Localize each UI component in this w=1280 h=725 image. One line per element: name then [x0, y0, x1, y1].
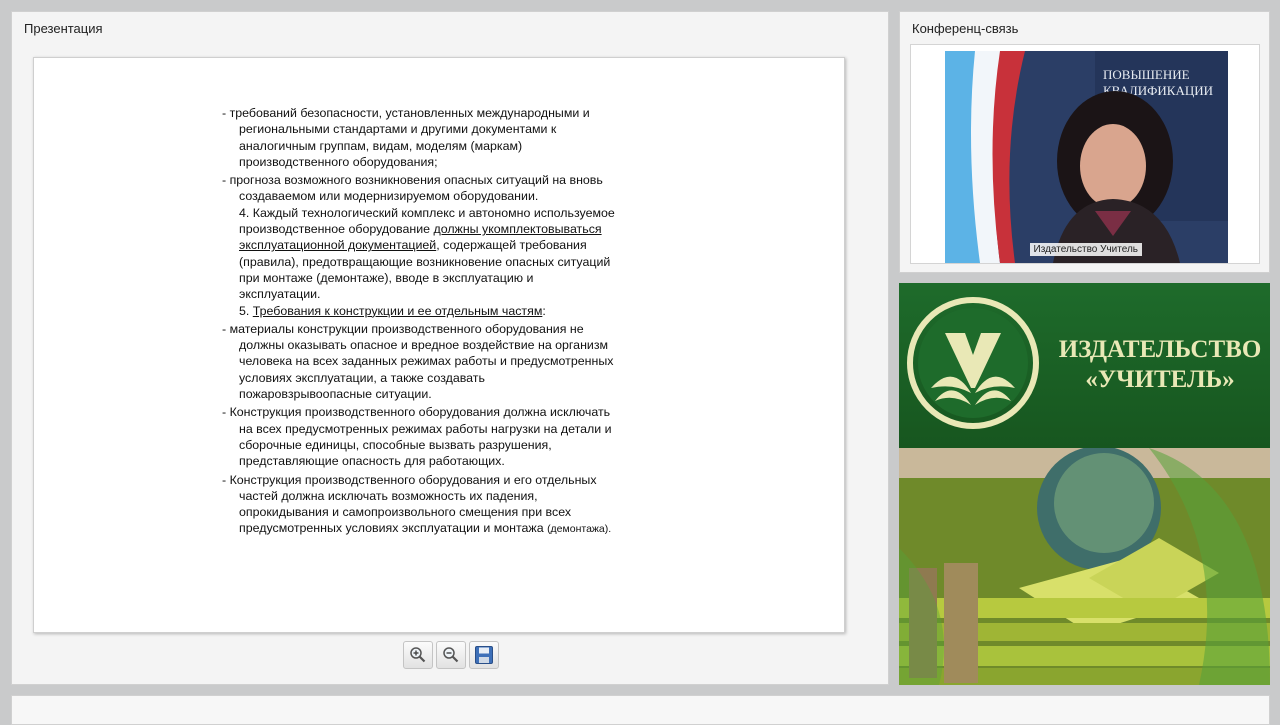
- conference-panel: Конференц-связь ПОВЫШЕНИЕ КВАЛИФИКАЦИИ И…: [899, 11, 1270, 273]
- publisher-emblem-icon: [907, 297, 1039, 429]
- zoom-out-button[interactable]: [436, 641, 466, 669]
- video-label: Издательство Учитель: [1029, 243, 1142, 256]
- slide-paragraph: - Конструкция производственного оборудов…: [213, 404, 663, 469]
- presentation-title: Презентация: [24, 21, 103, 36]
- slide-line: региональными стандартами и другими доку…: [239, 122, 557, 137]
- slide-line: производственного оборудования;: [239, 154, 438, 169]
- slide-line: 5.: [239, 303, 253, 318]
- slide-line: частей должна исключать возможность их п…: [239, 488, 538, 503]
- slide-line: - материалы конструкции производственног…: [222, 321, 584, 336]
- slide-line: пожаровзрывоопасные ситуации.: [239, 387, 432, 402]
- slide-line: аналогичным группам, видам, моделям (мар…: [239, 138, 523, 153]
- slide-line: должны оказывать опасное и вредное возде…: [239, 338, 609, 353]
- save-button[interactable]: [469, 641, 499, 669]
- slide-line: предусмотренных условиях эксплуатации и …: [239, 521, 548, 536]
- presentation-panel: Презентация - требований безопасности, у…: [11, 11, 889, 685]
- slide-paragraph-item5: 5. Требования к конструкции и ее отдельн…: [213, 303, 663, 319]
- slide-underlined-text: должны укомплектовываться: [433, 222, 602, 237]
- slide-line: (правила), предотвращающие возникновение…: [239, 254, 611, 269]
- presentation-toolbar: [403, 641, 499, 669]
- publisher-name-line2: «УЧИТЕЛЬ»: [1085, 366, 1235, 393]
- slide-line: 4. Каждый технологический комплекс и авт…: [239, 205, 615, 220]
- slide-line: эксплуатации.: [239, 287, 321, 302]
- conference-title: Конференц-связь: [912, 21, 1019, 36]
- slide-line: - требований безопасности, установленных…: [222, 106, 590, 120]
- save-icon: [475, 646, 493, 664]
- slide-line: - Конструкция производственного оборудов…: [222, 405, 611, 420]
- slide-line: , содержащей требования: [436, 238, 587, 253]
- speaker-video-image: ПОВЫШЕНИЕ КВАЛИФИКАЦИИ: [945, 51, 1228, 263]
- books-globe-image: [899, 448, 1270, 685]
- slide-line: опрокидывания и самопроизвольного смещен…: [239, 505, 572, 520]
- slide-line: - прогноза возможного возникновения опас…: [222, 173, 603, 188]
- zoom-in-icon: [410, 647, 426, 663]
- video-feed: ПОВЫШЕНИЕ КВАЛИФИКАЦИИ Издательство Учит…: [945, 51, 1228, 263]
- slide-line: - Конструкция производственного оборудов…: [222, 472, 597, 487]
- slide-paragraph-item4: 4. Каждый технологический комплекс и авт…: [213, 205, 663, 303]
- slide-paragraph: - Конструкция производственного оборудов…: [213, 472, 663, 538]
- slide-line: человека на всех заданных режимах работы…: [239, 354, 614, 369]
- bottom-panel: [11, 695, 1270, 725]
- presentation-slide: - требований безопасности, установленных…: [33, 57, 845, 633]
- slide-line: создаваемом или модернизируемом оборудов…: [239, 189, 539, 204]
- publisher-banner: ИЗДАТЕЛЬСТВО «УЧИТЕЛЬ»: [899, 283, 1270, 685]
- slide-line: :: [542, 303, 546, 318]
- books-globe-illustration: [899, 448, 1270, 685]
- slide-underlined-text: Требования к конструкции и ее отдельным …: [252, 303, 543, 318]
- slide-line: условиях эксплуатации, а также создавать: [239, 370, 485, 385]
- slide-text: - требований безопасности, установленных…: [213, 105, 663, 538]
- slide-line: при монтаже (демонтаже), вводе в эксплуа…: [239, 270, 534, 285]
- slide-underlined-text: эксплуатационной документацией: [239, 238, 437, 253]
- slide-line: представляющие опасность для работающих.: [239, 454, 505, 469]
- slide-paragraph: - требований безопасности, установленных…: [213, 105, 663, 170]
- video-frame[interactable]: ПОВЫШЕНИЕ КВАЛИФИКАЦИИ Издательство Учит…: [910, 44, 1260, 264]
- backdrop-text: ПОВЫШЕНИЕ: [1103, 67, 1190, 82]
- slide-line: производственное оборудование: [239, 222, 434, 237]
- publisher-name: ИЗДАТЕЛЬСТВО «УЧИТЕЛЬ»: [1057, 335, 1263, 395]
- publisher-logo-header: ИЗДАТЕЛЬСТВО «УЧИТЕЛЬ»: [899, 283, 1270, 448]
- zoom-in-button[interactable]: [403, 641, 433, 669]
- slide-paragraph: - прогноза возможного возникновения опас…: [213, 172, 663, 205]
- slide-line-small: (демонтажа).: [547, 523, 612, 536]
- slide-line: сборочные единицы, способные вызвать раз…: [239, 437, 552, 452]
- publisher-name-line1: ИЗДАТЕЛЬСТВО: [1058, 336, 1262, 363]
- slide-line: на всех предусмотренных режимах работы н…: [239, 421, 612, 436]
- slide-paragraph: - материалы конструкции производственног…: [213, 321, 663, 402]
- zoom-out-icon: [443, 647, 459, 663]
